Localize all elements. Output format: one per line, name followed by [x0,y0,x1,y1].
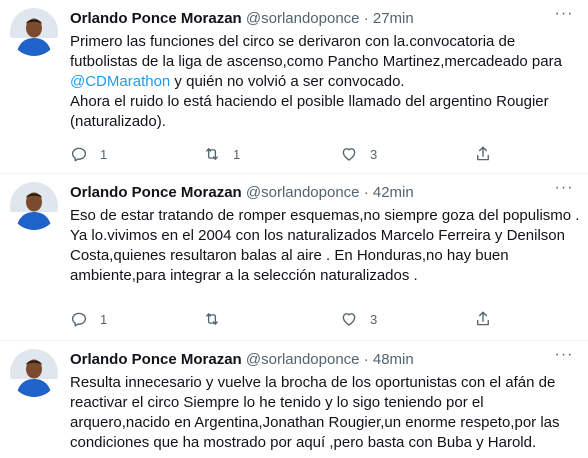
reply-icon [71,312,87,327]
share-icon [477,146,489,161]
avatar[interactable] [10,182,58,230]
tweet-header: Orlando Ponce Morazan @sorlandoponce · 4… [70,183,414,203]
retweet-button[interactable]: 1 [203,144,240,164]
mention-link[interactable]: @CDMarathon [70,73,170,90]
tweet[interactable]: Orlando Ponce Morazan @sorlandoponce · 4… [0,341,588,458]
tweet-text: Resulta innecesario y vuelve la brocha d… [70,373,580,453]
reply-button[interactable]: 1 [70,309,107,329]
retweet-icon [206,148,218,160]
tweet-text: Primero las funciones del circo se deriv… [70,32,580,132]
like-count: 3 [370,146,378,162]
tweet-text: Eso de estar tratando de romper esquemas… [70,206,580,286]
tweet-timestamp[interactable]: 27min [373,10,414,27]
tweet-paragraph: Ahora el ruido lo está haciendo el posib… [70,93,549,130]
tweet-timestamp[interactable]: 48min [373,351,414,368]
tweet[interactable]: Orlando Ponce Morazan @sorlandoponce · 4… [0,174,588,341]
like-count: 3 [370,311,378,327]
retweet-count: 1 [233,146,241,162]
reply-count: 1 [100,146,108,162]
reply-button[interactable]: 1 [70,144,107,164]
tweet-paragraph: Primero las funciones del circo se deriv… [70,32,580,92]
tweet-timestamp[interactable]: 42min [373,184,414,201]
separator-dot: · [363,184,369,201]
more-options-icon[interactable]: ··· [554,347,574,369]
author-name[interactable]: Orlando Ponce Morazan [70,351,242,368]
author-name[interactable]: Orlando Ponce Morazan [70,10,242,27]
heart-icon [342,313,356,326]
tweet-actions: 1 1 3 [70,144,500,164]
retweet-button[interactable] [203,309,233,329]
more-options-icon[interactable]: ··· [554,180,574,202]
retweet-icon [206,313,218,325]
avatar[interactable] [10,8,58,56]
like-button[interactable]: 3 [340,309,377,329]
reply-count: 1 [100,311,108,327]
author-handle[interactable]: @sorlandoponce [246,351,360,368]
tweet-actions: 1 3 [70,309,500,329]
author-handle[interactable]: @sorlandoponce [246,10,360,27]
tweet-text-part: y quién no volvió a ser convocado. [170,73,405,90]
avatar[interactable] [10,349,58,397]
separator-dot: · [363,10,369,27]
tweet-paragraph: Resulta innecesario y vuelve la brocha d… [70,374,560,451]
author-handle[interactable]: @sorlandoponce [246,184,360,201]
separator-dot: · [363,351,369,368]
share-button[interactable] [474,309,492,329]
tweet-paragraph: Eso de estar tratando de romper esquemas… [70,207,580,284]
like-button[interactable]: 3 [340,144,377,164]
tweet[interactable]: Orlando Ponce Morazan @sorlandoponce · 2… [0,0,588,174]
tweet-text-part: Primero las funciones del circo se deriv… [70,33,562,70]
share-icon [477,311,489,326]
more-options-icon[interactable]: ··· [554,6,574,28]
heart-icon [342,148,356,161]
reply-icon [71,147,87,162]
tweet-header: Orlando Ponce Morazan @sorlandoponce · 2… [70,9,414,29]
tweet-header: Orlando Ponce Morazan @sorlandoponce · 4… [70,350,414,370]
author-name[interactable]: Orlando Ponce Morazan [70,184,242,201]
share-button[interactable] [474,144,492,164]
